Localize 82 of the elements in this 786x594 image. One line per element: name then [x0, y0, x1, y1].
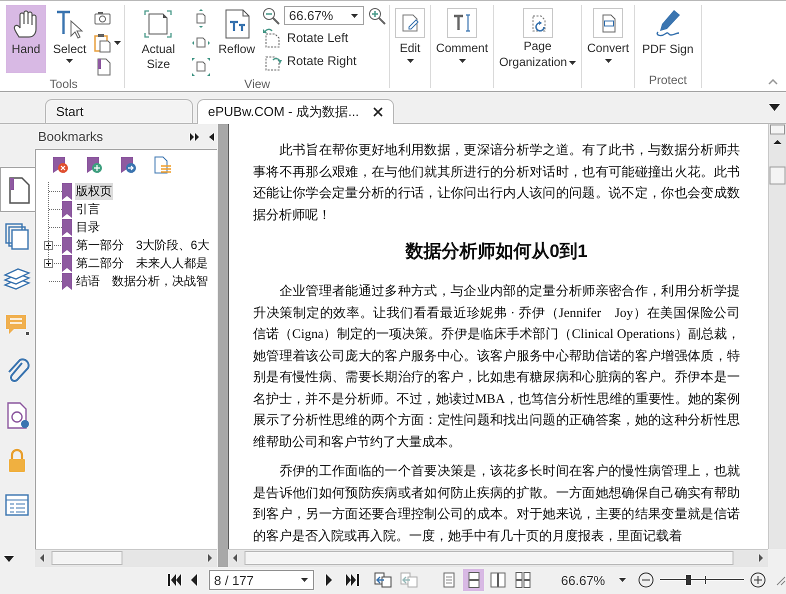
- tab-list-icon[interactable]: [769, 104, 780, 111]
- slider-thumb[interactable]: [686, 575, 691, 585]
- section-heading: 数据分析师如何从0到1: [404, 240, 589, 263]
- zoom-out-icon[interactable]: [262, 6, 280, 24]
- caret-icon: [114, 41, 122, 45]
- bookmark-item[interactable]: 引言: [75, 200, 101, 218]
- fit-visible-button[interactable]: [191, 57, 212, 77]
- reflow-button[interactable]: Reflow: [214, 5, 260, 73]
- last-page-icon[interactable]: [346, 572, 360, 588]
- collapse-panel-icon[interactable]: [208, 132, 214, 140]
- zoom-level[interactable]: 66.67%: [561, 572, 606, 588]
- bookmark-icon: [62, 254, 72, 272]
- caret-icon: [619, 578, 626, 582]
- bookmark-icon: [62, 218, 72, 236]
- bookmark-item[interactable]: 目录: [75, 218, 101, 236]
- edit-button[interactable]: Edit: [393, 5, 428, 63]
- page-layout-button[interactable]: [512, 569, 534, 591]
- page-organization-button[interactable]: Page Organization: [497, 5, 578, 70]
- caret-icon: [458, 59, 466, 63]
- select-tool-button[interactable]: Select: [49, 5, 90, 73]
- caret-icon: [351, 14, 358, 18]
- actual-size-button[interactable]: Actual Size: [128, 5, 188, 74]
- caret-icon: [406, 59, 414, 63]
- add-bookmark-icon[interactable]: [84, 156, 104, 174]
- next-page-icon[interactable]: [324, 572, 334, 588]
- caret-icon: [604, 59, 612, 63]
- more-icon[interactable]: [4, 556, 14, 562]
- document-tab[interactable]: Start: [45, 99, 193, 123]
- bookmark-icon: [62, 236, 72, 254]
- previous-page-icon[interactable]: [189, 572, 199, 588]
- previous-view-icon[interactable]: [373, 572, 394, 588]
- first-page-icon[interactable]: [167, 572, 181, 588]
- document-tab[interactable]: ePUBw.COM - 成为数据...: [197, 99, 394, 124]
- zoom-field[interactable]: 66.67%: [284, 6, 364, 25]
- resize-grip-icon: [774, 574, 786, 586]
- panel-title: Bookmarks: [38, 129, 104, 144]
- page-field[interactable]: 8 / 177: [209, 570, 314, 590]
- bookmark-icon: [62, 182, 72, 200]
- group-label: Tools: [48, 77, 79, 92]
- zoom-slider[interactable]: [660, 575, 744, 585]
- vertical-scrollbar[interactable]: [768, 124, 786, 549]
- clipboard-button[interactable]: [93, 33, 122, 53]
- zoom-in-icon[interactable]: [368, 6, 386, 24]
- collapse-ribbon-icon[interactable]: [768, 79, 778, 85]
- paragraph: 乔伊的工作面临的一个首要决策是，该花多长时间在客户的慢性病管理上，也就是告诉他们如何预防疾病或者如何防止疾病的扩散。一方面她想确保自己确实有帮助到客户，另一方面还要合理控制公司的成本。对于她来说，主要的结果变量就是信诺的客户是否入院或再入院。一度，她手中有几十页的月度报表，里面记载着: [253, 462, 740, 544]
- panel-tab[interactable]: [0, 167, 35, 212]
- convert-button[interactable]: Convert: [585, 5, 632, 63]
- bookmark-item[interactable]: 第一部分 3大阶段、6大: [75, 236, 210, 254]
- zoom-in-icon[interactable]: [750, 572, 766, 588]
- caret-icon: [569, 60, 576, 64]
- close-icon[interactable]: [372, 107, 383, 117]
- paragraph: 企业管理者能通过多种方式，与企业内部的定量分析师亲密合作，利用分析学提升决策制定的效率。让我们看看最近珍妮弗 · 乔伊（Jennifer Joy）在美国保险公司信诺（Cigna）制定的一项决策。乔伊是临床手术部门（Clinical Operations）副总裁，她管理着该公司庞大的客户服务中心。该客户服务中心帮助信诺的客户增强体质，特别是有慢性病、需要长期治疗的客户，比如患有糖尿病和心脏病的客户。乔伊本是一名护士，并不是分析师。不过，她读过MBA，也笃信分析性思维的重要性。她的案例展示了分析性思维的两个方面：定性问题和找出问题的正确答案，她的这种分析性思维帮助公司和客户节约了大量成本。: [253, 282, 740, 450]
- comment-button[interactable]: Comment: [434, 5, 490, 63]
- rotate-right-button[interactable]: Rotate Right: [262, 51, 386, 71]
- group-label: View: [243, 77, 272, 92]
- bookmark-item[interactable]: 结语 数据分析，决战智: [75, 272, 209, 290]
- delete-bookmark-icon[interactable]: [50, 156, 70, 174]
- fit-visible-icon: [191, 57, 212, 77]
- bookmark-item[interactable]: 版权页: [75, 182, 113, 200]
- caret-icon: [66, 59, 74, 63]
- expand-icon[interactable]: [44, 258, 62, 268]
- bookmark-icon: [62, 200, 72, 218]
- pdf-sign-button[interactable]: PDF Sign: [638, 5, 698, 73]
- page-frame-icon: [142, 8, 174, 40]
- expand-panel-icon[interactable]: [190, 132, 200, 140]
- bookmark-properties-icon[interactable]: [152, 156, 172, 174]
- rotate-left-button[interactable]: Rotate Left: [262, 28, 386, 48]
- clipboard-icon: [93, 33, 114, 53]
- expand-icon[interactable]: [44, 240, 62, 250]
- paragraph: 此书旨在帮你更好地利用数据，更深谙分析学之道。有了此书，与数据分析师共事将不再那么艰难，在与他们就其所进行的分析对话时，也有可能碰撞出火花。此书还能让你学会定量分析的行话，让你问出行内人该问的问题。说不定，你也会变成数据分析师呢！: [253, 141, 740, 224]
- hand-tool-button[interactable]: Hand: [6, 5, 46, 73]
- page-layout-button[interactable]: [463, 569, 484, 591]
- zoom-out-icon[interactable]: [638, 572, 654, 588]
- bookmark-item[interactable]: 第二部分 未来人人都是: [75, 254, 209, 272]
- caret-icon: [301, 578, 308, 582]
- single-page-icon: [441, 572, 458, 588]
- bookmark-arrow-icon[interactable]: [118, 156, 138, 174]
- group-label: Protect: [648, 73, 688, 88]
- continuous-page-icon: [466, 572, 482, 588]
- two-page-icon: [490, 572, 506, 588]
- two-page-continuous-icon: [514, 572, 531, 588]
- bookmark-icon: [62, 272, 72, 290]
